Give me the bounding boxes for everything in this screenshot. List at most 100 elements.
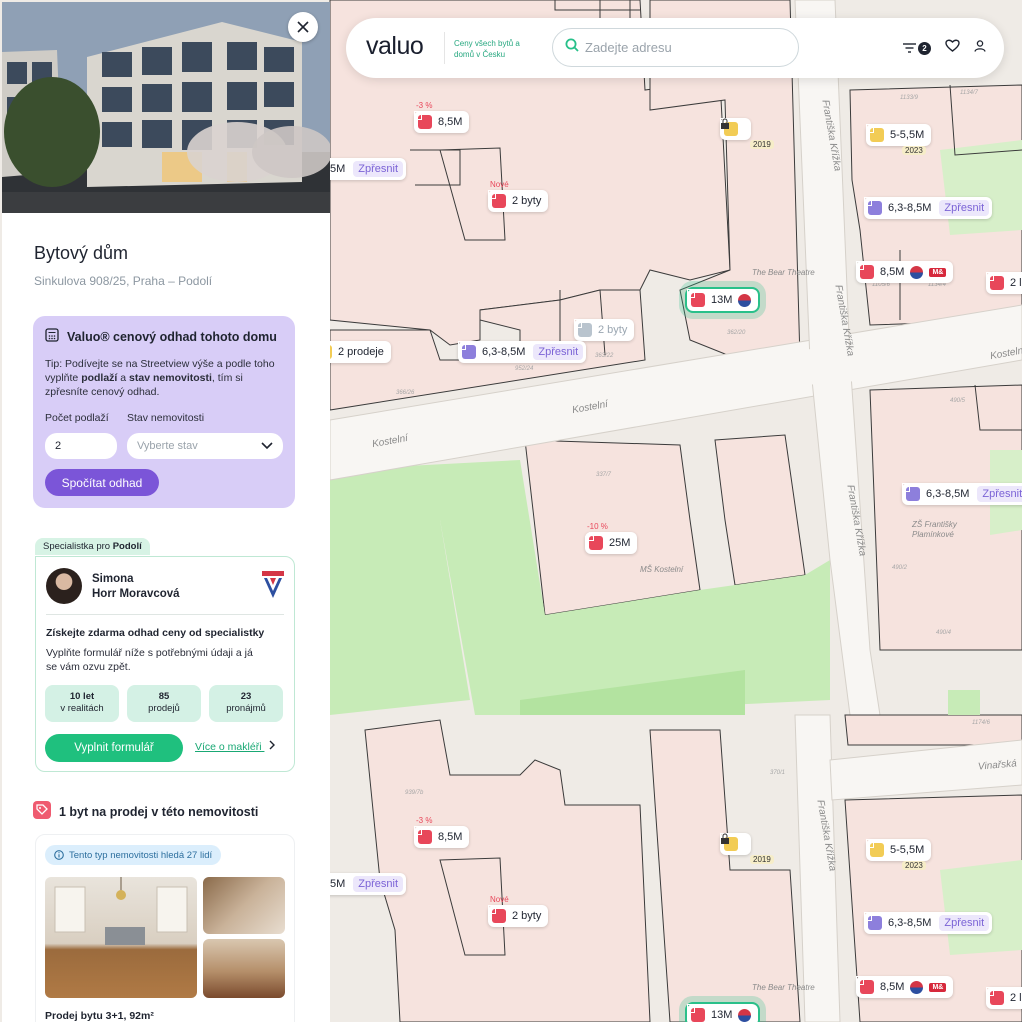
specialist-card: Simona Horr Moravcová Získejte zdarma odh… [35, 556, 295, 772]
year-badge: 2023 [902, 861, 926, 870]
close-icon [297, 21, 309, 33]
house-number: 337/7 [596, 472, 612, 478]
house-number: 366/26 [396, 390, 415, 396]
specialist-area-tab: Specialistka pro Podolí [35, 538, 150, 555]
map-marker[interactable]: 6,3-8,5M Zpřesnit [864, 912, 993, 934]
refine-button[interactable]: Zpřesnit [353, 161, 404, 177]
building-icon [986, 987, 1004, 1005]
filter-icon [903, 43, 916, 53]
building-icon [866, 839, 884, 857]
info-icon [54, 850, 64, 860]
map-marker[interactable]: Nové 2 byty [488, 895, 549, 927]
property-panel: Bytový dům Sinkulova 908/25, Praha – Pod… [2, 2, 330, 1022]
listing-title: Prodej bytu 3+1, 92m² [45, 1010, 154, 1022]
listing-card[interactable]: Tento typ nemovitosti hledá 27 lidí Prod… [35, 834, 295, 1022]
map-marker[interactable]: 2 l [986, 987, 1022, 1009]
map-marker[interactable]: 2 byty [574, 319, 635, 341]
avatar [46, 568, 82, 604]
house-number: 370/1 [770, 770, 786, 776]
map-marker[interactable]: 13M [684, 1002, 761, 1022]
map-marker[interactable]: 2019 [720, 118, 774, 149]
building-icon [866, 124, 884, 142]
map-marker[interactable]: 8,5M M& [856, 261, 954, 283]
calculate-estimate-button[interactable]: Spočítat odhad [45, 469, 159, 496]
map-marker[interactable]: 5M Zpřesnit [322, 873, 407, 895]
marker-price: 25M [609, 537, 631, 549]
building-icon [864, 197, 882, 215]
map-marker[interactable]: -3 % 8,5M [414, 816, 470, 848]
poi-bear-theatre-2: The Bear Theatre [752, 983, 815, 992]
house-number: 490/5 [950, 398, 966, 404]
map-marker[interactable]: 6,3-8,5M Zpřesnit [458, 341, 587, 363]
more-about-agent-link[interactable]: Více o makléři [195, 740, 276, 753]
account-button[interactable] [974, 39, 986, 57]
map-marker[interactable]: Nové 2 byty [488, 180, 549, 212]
house-icon [585, 532, 603, 550]
building-illustration [2, 2, 330, 213]
search-box[interactable] [552, 28, 799, 67]
house-number: 939/7b [405, 790, 424, 796]
marker-price: 8,5M [438, 116, 463, 128]
valuo-logo[interactable]: valuo [366, 32, 424, 61]
specialist-headline: Získejte zdarma odhad ceny od specialist… [46, 627, 265, 639]
map-marker[interactable]: 2 prodeje [322, 341, 391, 363]
marker-price: 2 prodeje [338, 346, 384, 358]
poi-ms-kostelni: MŠ Kostelní [640, 565, 684, 574]
building-icon [414, 826, 432, 844]
map-marker[interactable]: 6,3-8,5M Zpřesnit [902, 483, 1022, 505]
marker-price: 2 byty [512, 910, 542, 922]
refine-button[interactable]: Zpřesnit [939, 200, 990, 216]
map-marker[interactable]: 5M Zpřesnit [322, 158, 407, 180]
remax-logo-icon [262, 571, 284, 598]
filter-button[interactable]: 2 [903, 41, 931, 55]
map-marker[interactable]: -3 % 8,5M [414, 101, 470, 133]
map-marker[interactable]: 2019 [720, 833, 774, 864]
refine-button[interactable]: Zpřesnit [939, 915, 990, 931]
map-marker[interactable]: 2 l [986, 272, 1022, 294]
map-marker[interactable]: 6,3-8,5M Zpřesnit [864, 197, 993, 219]
refine-button[interactable]: Zpřesnit [533, 344, 584, 360]
header-tagline: Ceny všech bytů a domů v Česku [454, 39, 520, 59]
search-input[interactable] [585, 40, 775, 55]
marker-price: 2 l [1010, 277, 1022, 289]
chevron-down-icon [261, 442, 273, 450]
map-marker[interactable]: -10 % 25M [585, 522, 638, 554]
house-number: 1133/9 [900, 95, 918, 101]
marker-price: 8,5M [438, 831, 463, 843]
building-icon [856, 976, 874, 994]
stat-rentals: 23 pronájmů [209, 685, 283, 722]
building-icon [458, 341, 476, 359]
state-select[interactable]: Vyberte stav [127, 433, 283, 459]
map-marker[interactable]: 8,5M M& [856, 976, 954, 998]
floors-input[interactable]: 2 [45, 433, 117, 459]
house-number: 1174/6 [972, 720, 990, 726]
for-sale-heading: 1 byt na prodej v této nemovitosti [33, 801, 258, 822]
marker-price: 5-5,5M [890, 129, 925, 141]
favorites-button[interactable] [945, 39, 960, 57]
house-number: 363/22 [595, 353, 614, 359]
marker-price: 8,5M [880, 981, 905, 993]
refine-button[interactable]: Zpřesnit [977, 486, 1022, 502]
specialist-description: Vyplňte formulář níže s potřebnými údaji… [46, 647, 253, 673]
property-address: Sinkulova 908/25, Praha – Podolí [34, 274, 213, 288]
selected-map-marker[interactable]: 13M [684, 287, 761, 313]
close-button[interactable] [288, 12, 318, 42]
map-marker[interactable]: 5-5,5M 2023 [866, 124, 932, 155]
marker-price: 5-5,5M [890, 844, 925, 856]
header-divider [444, 32, 445, 64]
marker-price: 6,3-8,5M [482, 346, 526, 358]
map-marker[interactable]: 5-5,5M 2023 [866, 839, 932, 870]
search-icon [565, 38, 579, 57]
specialist-name[interactable]: Simona Horr Moravcová [92, 572, 232, 602]
refine-button[interactable]: Zpřesnit [353, 876, 404, 892]
listing-photo-bathroom[interactable] [203, 877, 285, 934]
fill-form-button[interactable]: Vyplnit formulář [45, 734, 183, 762]
listing-photo-bedroom[interactable] [203, 939, 285, 998]
building-icon [856, 261, 874, 279]
poi-zs: ZŠ Františky Plamínkové [912, 520, 957, 539]
marker-price: 2 byty [598, 324, 628, 336]
listing-photo-main[interactable] [45, 877, 197, 998]
m-realty-logo-icon: M& [929, 267, 947, 277]
discount-tag: -3 % [416, 816, 433, 825]
building-icon [687, 1004, 705, 1022]
